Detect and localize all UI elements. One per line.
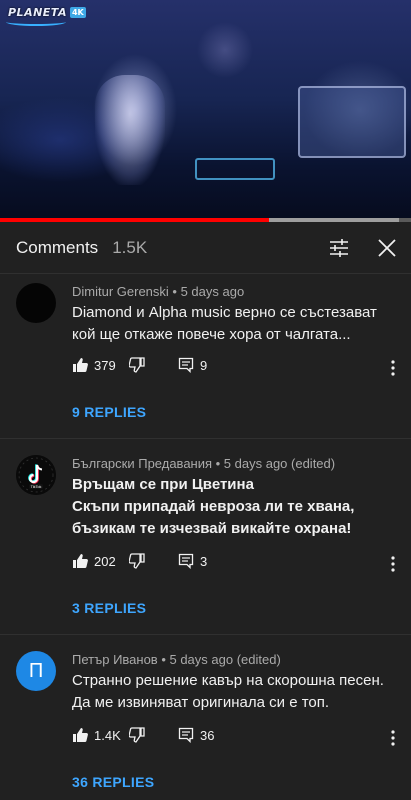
tiktok-logo-icon: TikTok bbox=[16, 455, 56, 495]
thumbs-down-icon bbox=[129, 727, 145, 743]
thumbs-down-icon bbox=[129, 553, 145, 569]
video-player[interactable]: PLANETA 4K bbox=[0, 0, 411, 222]
reply-button[interactable]: 9 bbox=[178, 357, 207, 373]
video-monitor bbox=[298, 86, 406, 158]
svg-text:TikTok: TikTok bbox=[31, 485, 42, 489]
comment-line: Скъпи припадай невроза ли те хвана, bbox=[72, 498, 355, 515]
video-console-light bbox=[195, 158, 275, 180]
reply-button[interactable]: 36 bbox=[178, 727, 214, 743]
comment-line: Diamond и Alpha music верно се състезава… bbox=[72, 304, 377, 321]
like-button[interactable]: 202 bbox=[72, 553, 116, 569]
reply-button[interactable]: 3 bbox=[178, 553, 207, 569]
thumbs-up-icon bbox=[72, 553, 88, 569]
video-figure bbox=[95, 75, 165, 185]
comment-item: П Петър Иванов • 5 days ago (edited) Стр… bbox=[0, 635, 411, 800]
comment-text: Странно решение кавър на скорошна песен.… bbox=[72, 670, 392, 714]
avatar[interactable] bbox=[16, 283, 56, 323]
comment-bubble-icon bbox=[178, 727, 194, 743]
comment-actions: 202 3 bbox=[72, 553, 392, 575]
comment-meta[interactable]: Dimitur Gerenski • 5 days ago bbox=[72, 284, 244, 299]
thumbs-up-icon bbox=[72, 357, 88, 373]
comment-meta[interactable]: Български Предавания • 5 days ago (edite… bbox=[72, 456, 335, 471]
view-replies-link[interactable]: 3 REPLIES bbox=[72, 600, 146, 616]
comment-item: TikTok Български Предавания • 5 days ago… bbox=[0, 439, 411, 635]
like-count: 379 bbox=[94, 357, 116, 373]
comments-title: Comments bbox=[16, 237, 99, 257]
comment-line: Връщам се при Цветина bbox=[72, 476, 254, 493]
sort-filter-icon[interactable] bbox=[329, 238, 349, 258]
thumbs-down-icon bbox=[129, 357, 145, 373]
view-replies-link[interactable]: 9 REPLIES bbox=[72, 404, 146, 420]
avatar[interactable]: П bbox=[16, 651, 56, 691]
comment-bubble-icon bbox=[178, 553, 194, 569]
comment-line: кой ще откаже повече хора от чалгата... bbox=[72, 326, 351, 343]
view-replies-link[interactable]: 36 REPLIES bbox=[72, 774, 154, 790]
more-options-icon[interactable] bbox=[385, 553, 401, 575]
more-options-icon[interactable] bbox=[385, 727, 401, 749]
more-options-icon[interactable] bbox=[385, 357, 401, 379]
dislike-button[interactable] bbox=[129, 357, 145, 373]
comment-actions: 1.4K 36 bbox=[72, 727, 392, 749]
like-count: 202 bbox=[94, 553, 116, 569]
dislike-button[interactable] bbox=[129, 727, 145, 743]
reply-count: 3 bbox=[200, 553, 208, 569]
logo-swoosh bbox=[6, 18, 66, 26]
dislike-button[interactable] bbox=[129, 553, 145, 569]
comment-line: Странно решение кавър на скорошна песен. bbox=[72, 672, 384, 689]
comment-line: бъзикам те изчезвай викайте охрана! bbox=[72, 520, 352, 537]
like-count: 1.4K bbox=[94, 727, 121, 743]
comment-text: Diamond и Alpha music верно се състезава… bbox=[72, 302, 392, 346]
comment-bubble-icon bbox=[178, 357, 194, 373]
thumbs-up-icon bbox=[72, 727, 88, 743]
channel-logo: PLANETA 4K bbox=[6, 6, 86, 26]
avatar-letter: П bbox=[28, 659, 44, 682]
like-button[interactable]: 1.4K bbox=[72, 727, 121, 743]
logo-4k-badge: 4K bbox=[69, 7, 86, 18]
close-icon[interactable] bbox=[376, 237, 398, 259]
comments-count: 1.5K bbox=[112, 237, 148, 257]
reply-count: 36 bbox=[200, 727, 215, 743]
comment-line: Да ме извиняват оригинала си е топ. bbox=[72, 694, 330, 711]
avatar[interactable]: TikTok bbox=[16, 455, 56, 495]
like-button[interactable]: 379 bbox=[72, 357, 116, 373]
reply-count: 9 bbox=[200, 357, 208, 373]
comment-meta[interactable]: Петър Иванов • 5 days ago (edited) bbox=[72, 652, 281, 667]
comments-list[interactable]: Dimitur Gerenski • 5 days ago Diamond и … bbox=[0, 274, 411, 800]
comment-text: Връщам се при Цветина Скъпи припадай нев… bbox=[72, 474, 392, 540]
comment-actions: 379 9 bbox=[72, 357, 392, 379]
comments-header: Comments 1.5K bbox=[0, 222, 411, 274]
comment-item: Dimitur Gerenski • 5 days ago Diamond и … bbox=[0, 274, 411, 439]
